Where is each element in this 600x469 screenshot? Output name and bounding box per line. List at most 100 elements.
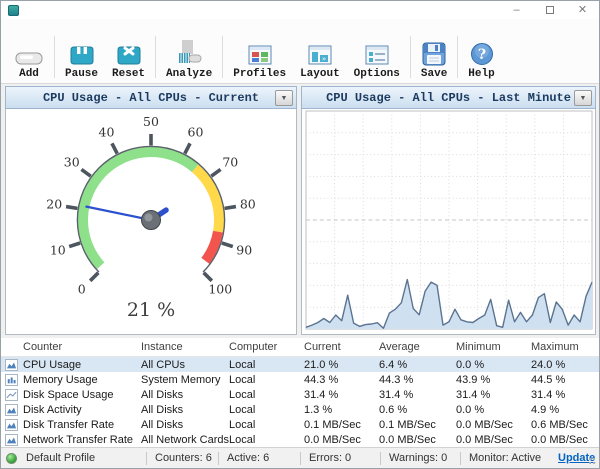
column-header-average[interactable]: Average [379,341,456,353]
add-button[interactable]: Add [7,39,51,80]
cell-maximum: 0.6 MB/Sec [531,418,588,431]
add-icon [14,40,44,66]
cell-counter: Network Transfer Rate [1,433,141,446]
table-row[interactable]: Memory Usage System Memory Local 44.3 % 44.3… [1,372,599,387]
svg-text:30: 30 [64,154,80,169]
cell-computer: Local [229,388,256,401]
gauge-panel: CPU Usage - All CPUs - Current ▼ 0 10 20 30… [5,86,297,335]
cell-minimum: 0.0 MB/Sec [456,418,513,431]
layout-button[interactable]: » Layout [293,39,347,80]
profiles-label: Profiles [233,68,287,80]
options-label: Options [353,68,400,80]
line-chart-icon [5,388,18,401]
svg-text:100: 100 [208,281,232,296]
status-profile: Default Profile [26,452,96,464]
close-button[interactable]: ✕ [566,1,599,19]
analyze-icon [174,40,204,66]
cell-current: 44.3 % [304,373,339,386]
analyze-button[interactable]: Analyze [159,39,219,80]
gauge-panel-header: CPU Usage - All CPUs - Current ▼ [5,86,297,109]
status-errors: Errors: 0 [309,452,352,464]
status-warnings: Warnings: 0 [389,452,448,464]
cell-computer: Local [229,418,256,431]
cell-instance: All Network Cards [141,433,229,446]
column-header-computer[interactable]: Computer [229,341,304,353]
profiles-button[interactable]: Profiles [226,39,293,80]
column-header-counter[interactable]: Counter [1,341,141,353]
cell-current: 0.0 MB/Sec [304,433,361,446]
cpu-history-chart [305,110,593,330]
maximize-icon [545,6,554,14]
column-header-instance[interactable]: Instance [141,341,229,353]
gauge-panel-title: CPU Usage - All CPUs - Current [42,90,260,105]
area-chart-icon [5,358,18,371]
cell-average: 44.3 % [379,373,414,386]
table-rows: CPU Usage All CPUs Local 21.0 % 6.4 % 0.0 % 24… [1,357,599,447]
status-active: Active: 6 [227,452,270,464]
svg-text:90: 90 [236,242,252,257]
save-button[interactable]: Save [414,39,454,80]
cell-instance: System Memory [141,373,221,386]
svg-text:»: » [322,55,326,63]
column-header-current[interactable]: Current [304,341,379,353]
table-row[interactable]: CPU Usage All CPUs Local 21.0 % 6.4 % 0.0 % 24… [1,357,599,372]
cpu-gauge: 0 10 20 30 40 50 60 70 80 90 100 21 % [46,114,256,321]
table-row[interactable]: Disk Transfer Rate All Disks Local 0.1 MB/S… [1,417,599,432]
history-panel: CPU Usage - All CPUs - Last Minute ▼ [301,86,596,335]
status-led-icon [6,452,17,464]
main-area: CPU Usage - All CPUs - Current ▼ 0 10 20 30… [1,84,599,338]
options-icon [365,40,389,66]
gauge-panel-dropdown-button[interactable]: ▼ [275,90,293,106]
table-row[interactable]: Disk Space Usage All Disks Local 31.4 % 31.4… [1,387,599,402]
help-button[interactable]: ? Help [461,39,501,80]
save-label: Save [420,68,448,80]
area-chart-icon [5,433,18,446]
pause-button[interactable]: Pause [58,39,105,80]
cell-minimum: 0.0 % [456,358,485,371]
column-header-minimum[interactable]: Minimum [456,341,531,353]
toolbar-separator [409,36,411,78]
table-row[interactable]: Disk Activity All Disks Local 1.3 % 0.6 % 0.0… [1,402,599,417]
cell-counter: Disk Transfer Rate [1,418,141,431]
resize-grip[interactable] [589,458,597,466]
area-chart-icon [5,403,18,416]
gauge-panel-body: 0 10 20 30 40 50 60 70 80 90 100 21 % [5,109,297,335]
cell-computer: Local [229,433,256,446]
cell-counter: Memory Usage [1,373,141,386]
svg-text:0: 0 [78,281,86,296]
minimize-button[interactable]: – [500,1,533,19]
svg-text:80: 80 [240,197,256,212]
cell-average: 0.0 MB/Sec [379,433,436,446]
analyze-label: Analyze [166,68,213,80]
svg-text:40: 40 [99,125,115,140]
reset-label: Reset [112,68,146,80]
cell-current: 1.3 % [304,403,333,416]
maximize-button[interactable] [533,1,566,19]
table-header[interactable]: Counter Instance Computer Current Averag… [1,338,599,357]
cell-instance: All Disks [141,418,184,431]
cell-minimum: 0.0 % [456,403,485,416]
history-panel-header: CPU Usage - All CPUs - Last Minute ▼ [301,86,596,109]
cell-computer: Local [229,358,256,371]
svg-text:?: ? [477,47,485,63]
history-panel-dropdown-button[interactable]: ▼ [574,90,592,106]
options-button[interactable]: Options [347,39,407,80]
svg-text:70: 70 [222,154,238,169]
column-header-maximum[interactable]: Maximum [531,341,599,353]
counters-table: Counter Instance Computer Current Averag… [1,338,599,447]
cell-current: 21.0 % [304,358,339,371]
svg-text:10: 10 [50,242,66,257]
table-row[interactable]: Network Transfer Rate All Network Cards Lo… [1,432,599,447]
window-controls: – ✕ [500,1,599,19]
pause-icon [68,40,96,66]
cell-maximum: 44.5 % [531,373,566,386]
toolbar-separator [222,36,224,78]
cell-maximum: 4.9 % [531,403,560,416]
area-chart-icon [5,418,18,431]
toolbar-separator [457,36,459,78]
cell-average: 0.1 MB/Sec [379,418,436,431]
pause-label: Pause [65,68,99,80]
cell-current: 0.1 MB/Sec [304,418,361,431]
reset-button[interactable]: Reset [105,39,152,80]
cell-counter: CPU Usage [1,358,141,371]
